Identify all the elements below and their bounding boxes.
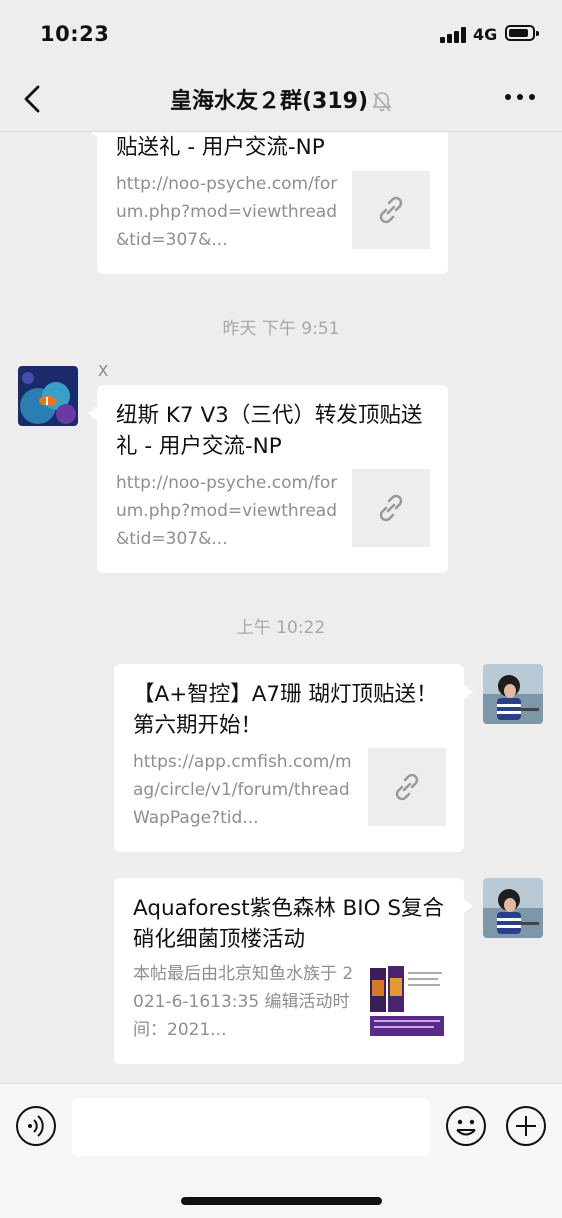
self-avatar[interactable]: [483, 664, 543, 724]
link-thumbnail: [368, 748, 446, 826]
chat-title: 皇海水友２群(319): [169, 89, 369, 114]
timestamp: 上午 10:22: [236, 618, 326, 638]
plus-circle-icon[interactable]: [505, 1105, 547, 1147]
status-time: 10:23: [40, 22, 110, 46]
network-type: 4G: [473, 25, 498, 44]
link-card-title: 【A+智控】A7珊 瑚灯顶贴送！第六期开始！: [133, 682, 438, 738]
link-icon: [379, 494, 403, 522]
battery-icon: [505, 25, 539, 41]
link-card-url: http://noo-psyche.com/forum.php?mod=view…: [116, 473, 338, 549]
link-card-url: https://app.cmfish.com/mag/circle/v1/for…: [133, 752, 352, 828]
more-dots-icon[interactable]: [505, 94, 537, 102]
voice-icon[interactable]: [15, 1105, 57, 1147]
link-icon: [379, 196, 403, 224]
link-card-title: Aquaforest紫色森林 BIO S复合硝化细菌顶楼活动: [133, 896, 445, 952]
link-thumbnail: [368, 962, 446, 1040]
bell-off-icon: [372, 92, 392, 112]
link-card-title: 贴送礼 - 用户交流-NP: [116, 135, 325, 160]
link-icon: [395, 773, 419, 801]
link-card-message[interactable]: 【A+智控】A7珊 瑚灯顶贴送！第六期开始！ https://app.cmfis…: [114, 664, 473, 852]
product-thumbnail-image: [368, 962, 446, 1040]
link-card-message[interactable]: 纽斯 K7 V3（三代）转发顶贴送礼 - 用户交流-NP http://noo-…: [88, 385, 448, 573]
self-avatar[interactable]: [483, 878, 543, 938]
chat-title-wrap: 皇海水友２群(319): [0, 83, 562, 115]
avatar[interactable]: [18, 366, 78, 426]
link-thumbnail: [352, 171, 430, 249]
link-card-description: 本帖最后由北京知鱼水族于 2021-6-1613:35 编辑活动时间：2021.…: [133, 964, 354, 1040]
home-indicator[interactable]: [181, 1197, 382, 1205]
link-card-message[interactable]: Aquaforest紫色森林 BIO S复合硝化细菌顶楼活动 本帖最后由北京知鱼…: [114, 878, 473, 1064]
message-input[interactable]: [72, 1098, 430, 1156]
sender-name: X: [98, 362, 109, 380]
chat-area[interactable]: 贴送礼 - 用户交流-NP http://noo-psyche.com/foru…: [0, 132, 562, 1082]
nav-bar: 皇海水友２群(319): [0, 66, 562, 132]
timestamp: 昨天 下午 9:51: [222, 319, 340, 339]
link-card-url: http://noo-psyche.com/forum.php?mod=view…: [116, 174, 338, 250]
link-thumbnail: [352, 469, 430, 547]
emoji-icon[interactable]: [445, 1105, 487, 1147]
signal-icon: [440, 27, 468, 43]
status-bar: 10:23 4G: [0, 0, 562, 66]
link-card-title: 纽斯 K7 V3（三代）转发顶贴送礼 - 用户交流-NP: [116, 403, 423, 459]
link-card-message[interactable]: 贴送礼 - 用户交流-NP http://noo-psyche.com/foru…: [88, 132, 448, 274]
